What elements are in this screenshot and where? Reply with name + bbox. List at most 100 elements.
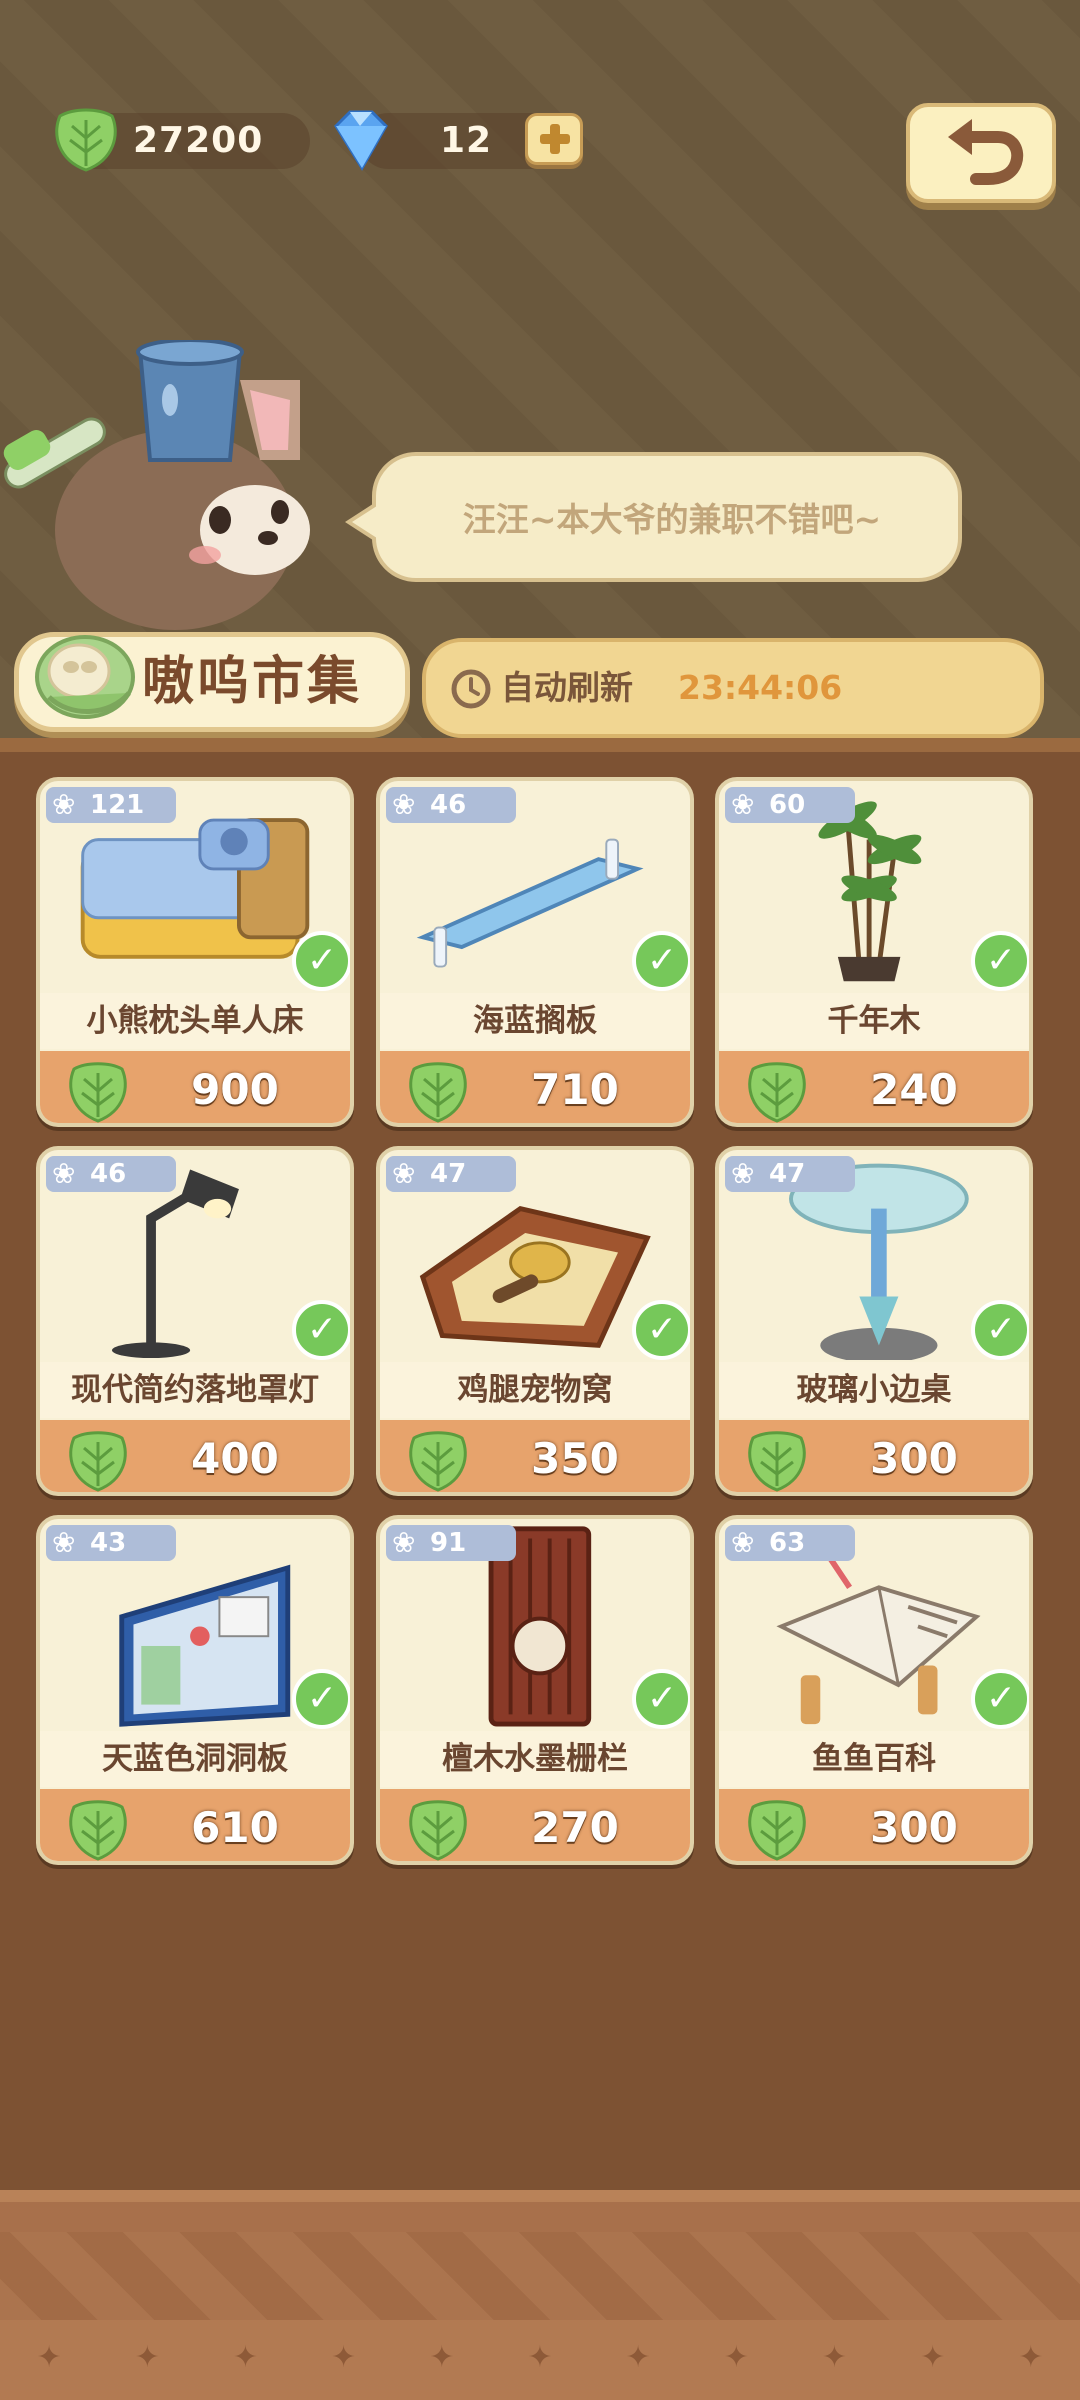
price-bar[interactable]: 710 [380,1051,690,1123]
comfort-value: 63 [769,1528,806,1558]
item-name: 鸡腿宠物窝 [380,1362,690,1418]
plus-icon [540,124,570,154]
leaf-currency-icon [55,108,117,172]
item-price: 300 [870,1803,958,1852]
speech-bubble-tail-fill [352,504,380,540]
item-name: 千年木 [719,993,1029,1049]
shop-item-card[interactable]: ❀ 43 ✓ 天蓝色洞洞板 610 [36,1515,354,1865]
item-price: 270 [531,1803,619,1852]
leaf-price-icon [409,1062,467,1123]
comfort-badge: ❀ 43 [46,1525,176,1561]
comfort-value: 46 [90,1159,127,1189]
refresh-clock-icon [451,669,491,709]
comfort-value: 47 [430,1159,467,1189]
leaf-price-icon [409,1431,467,1492]
flower-icon: ❀ [392,788,416,821]
item-price: 610 [191,1803,279,1852]
leaf-price-icon [748,1062,806,1123]
flower-icon: ❀ [52,1526,76,1559]
item-price: 350 [531,1434,619,1483]
price-bar[interactable]: 400 [40,1420,350,1492]
leaf-amount: 27200 [133,120,264,161]
comfort-badge: ❀ 91 [386,1525,516,1561]
comfort-badge: ❀ 63 [725,1525,855,1561]
auto-refresh-label: 自动刷新 [501,668,633,707]
leaf-price-icon [69,1431,127,1492]
shop-item-card[interactable]: ❀ 60 ✓ 千年木 240 [715,777,1033,1127]
item-price: 710 [531,1065,619,1114]
comfort-badge: ❀ 121 [46,787,176,823]
add-gems-button[interactable] [525,113,583,165]
leaf-price-icon [748,1431,806,1492]
shop-item-card[interactable]: ❀ 63 ✓ 鱼鱼百科 300 [715,1515,1033,1865]
price-bar[interactable]: 240 [719,1051,1029,1123]
game-screen: 27200 12 汪汪~本大爷的兼职不错吧~ 嗷呜市集 自动刷新 23:44:0… [0,0,1080,2400]
comfort-badge: ❀ 46 [386,787,516,823]
price-bar[interactable]: 900 [40,1051,350,1123]
gem-icon [334,110,388,171]
shop-item-card[interactable]: ❀ 46 ✓ 现代简约落地罩灯 400 [36,1146,354,1496]
comfort-value: 43 [90,1528,127,1558]
leaf-price-icon [69,1800,127,1861]
shop-item-card[interactable]: ❀ 46 ✓ 海蓝搁板 710 [376,777,694,1127]
owned-check-icon: ✓ [632,931,690,991]
shop-item-card[interactable]: ❀ 91 ✓ 檀木水墨栅栏 270 [376,1515,694,1865]
item-price: 300 [870,1434,958,1483]
refresh-countdown: 23:44:06 [678,668,843,707]
owned-check-icon: ✓ [971,1669,1029,1729]
dog-character [3,340,310,630]
floor-ornaments: ✦ ✦ ✦ ✦ ✦ ✦ ✦ ✦ ✦ ✦ ✦ [36,2340,1044,2375]
price-bar[interactable]: 300 [719,1789,1029,1861]
item-name: 鱼鱼百科 [719,1731,1029,1787]
item-name: 海蓝搁板 [380,993,690,1049]
comfort-value: 60 [769,790,806,820]
flower-icon: ❀ [731,1157,755,1190]
shop-item-card[interactable]: ❀ 47 ✓ 鸡腿宠物窝 350 [376,1146,694,1496]
speech-bubble: 汪汪~本大爷的兼职不错吧~ [372,452,962,582]
shop-item-card[interactable]: ❀ 121 ✓ 小熊枕头单人床 900 [36,777,354,1127]
item-name: 玻璃小边桌 [719,1362,1029,1418]
leaf-price-icon [409,1800,467,1861]
gem-amount: 12 [440,120,493,161]
comfort-badge: ❀ 47 [725,1156,855,1192]
owned-check-icon: ✓ [292,1300,350,1360]
flower-icon: ❀ [52,788,76,821]
owned-check-icon: ✓ [632,1669,690,1729]
comfort-value: 121 [90,790,145,820]
price-bar[interactable]: 610 [40,1789,350,1861]
item-name: 檀木水墨栅栏 [380,1731,690,1787]
market-title-tab: 嗷呜市集 [14,632,410,732]
comfort-badge: ❀ 60 [725,787,855,823]
leaf-price-icon [748,1800,806,1861]
back-button[interactable] [906,103,1056,203]
item-price: 240 [870,1065,958,1114]
flower-icon: ❀ [392,1526,416,1559]
flower-icon: ❀ [392,1157,416,1190]
flower-icon: ❀ [731,1526,755,1559]
currency-bar: 27200 12 [0,0,1080,203]
speech-text: 汪汪~本大爷的兼职不错吧~ [462,500,882,539]
item-name: 天蓝色洞洞板 [40,1731,350,1787]
price-bar[interactable]: 350 [380,1420,690,1492]
owned-check-icon: ✓ [971,1300,1029,1360]
item-price: 400 [191,1434,279,1483]
comfort-badge: ❀ 47 [386,1156,516,1192]
owned-check-icon: ✓ [971,931,1029,991]
item-name: 小熊枕头单人床 [40,993,350,1049]
market-title: 嗷呜市集 [142,652,363,712]
cabbage-icon [35,635,135,719]
auto-refresh-bar: 自动刷新 23:44:06 [422,638,1044,738]
comfort-badge: ❀ 46 [46,1156,176,1192]
owned-check-icon: ✓ [292,1669,350,1729]
owned-check-icon: ✓ [292,931,350,991]
owned-check-icon: ✓ [632,1300,690,1360]
item-name: 现代简约落地罩灯 [40,1362,350,1418]
price-bar[interactable]: 270 [380,1789,690,1861]
leaf-price-icon [69,1062,127,1123]
shop-item-card[interactable]: ❀ 47 ✓ 玻璃小边桌 300 [715,1146,1033,1496]
undo-arrow-icon [948,119,1024,185]
flower-icon: ❀ [52,1157,76,1190]
price-bar[interactable]: 300 [719,1420,1029,1492]
item-price: 900 [191,1065,279,1114]
comfort-value: 91 [430,1528,467,1558]
